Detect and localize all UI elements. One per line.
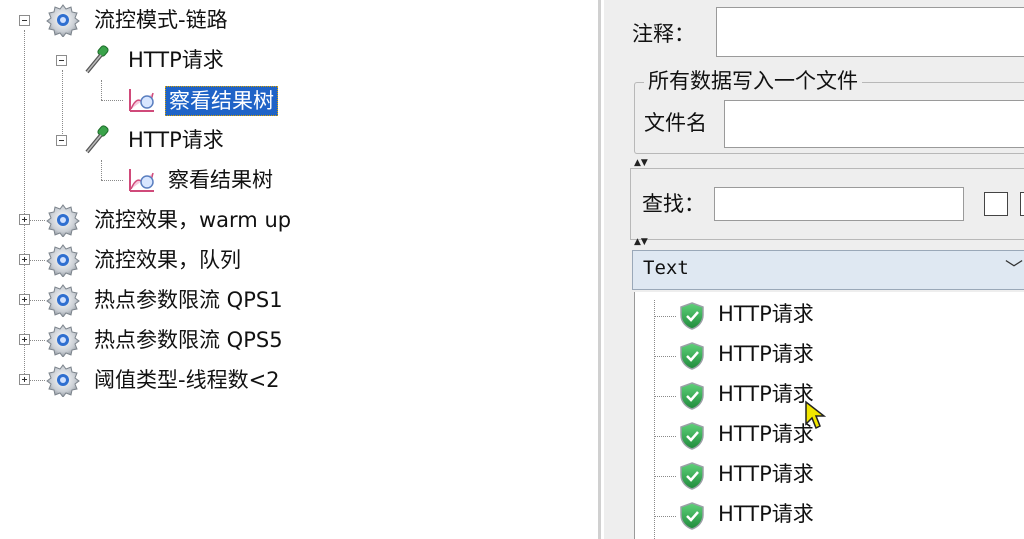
- expand-toggle[interactable]: [19, 374, 30, 385]
- tree-node-label-selected[interactable]: 察看结果树: [165, 86, 278, 116]
- filename-field[interactable]: [724, 100, 1024, 148]
- chart-icon: [129, 89, 154, 112]
- tree-connector: [29, 300, 45, 301]
- tree-connector: [654, 316, 676, 317]
- tree-connector: [654, 356, 676, 357]
- tree-connector: [62, 70, 63, 140]
- tree-connector: [654, 436, 676, 437]
- tree-node-label[interactable]: 阈值类型-线程数<2: [94, 366, 280, 394]
- tree-connector: [29, 340, 45, 341]
- case-sensitive-checkbox[interactable]: [984, 192, 1008, 216]
- dropper-icon: [85, 45, 109, 74]
- tree-connector: [29, 220, 45, 221]
- result-item-label[interactable]: HTTP请求: [718, 300, 814, 328]
- gear-icon: [46, 244, 80, 277]
- gear-icon: [46, 324, 80, 357]
- tree-node-label[interactable]: 察看结果树: [168, 166, 273, 194]
- gear-icon: [46, 364, 80, 397]
- result-item-label[interactable]: HTTP请求: [718, 380, 814, 408]
- chevron-down-icon: ﹀: [1005, 259, 1023, 280]
- split-arrows-icon[interactable]: ▲▼: [634, 158, 648, 168]
- result-tree-panel: 注释： 所有数据写入一个文件 文件名 ▲▼ 查找： ▲▼ Text ﹀ HTTP…: [604, 0, 1024, 539]
- search-input[interactable]: [714, 187, 964, 221]
- tree-connector: [654, 476, 676, 477]
- collapse-toggle[interactable]: [19, 15, 30, 26]
- mouse-cursor-icon: [805, 400, 826, 430]
- success-shield-icon: [680, 342, 704, 370]
- regex-checkbox[interactable]: [1020, 192, 1024, 216]
- tree-node-label[interactable]: 热点参数限流 QPS5: [94, 326, 283, 354]
- result-item-label[interactable]: HTTP请求: [718, 500, 814, 528]
- dropper-icon: [85, 125, 109, 154]
- expand-toggle[interactable]: [19, 294, 30, 305]
- result-item-label[interactable]: HTTP请求: [718, 340, 814, 368]
- renderer-selected-value: Text: [643, 257, 689, 279]
- comment-field[interactable]: [716, 7, 1024, 57]
- tree-connector: [29, 380, 45, 381]
- tree-connector: [29, 260, 45, 261]
- filename-label: 文件名: [644, 111, 707, 135]
- tree-connector: [654, 300, 655, 539]
- group-title: 所有数据写入一个文件: [644, 67, 862, 95]
- success-shield-icon: [680, 462, 704, 490]
- test-plan-tree: 流控模式-链路 HTTP请求 察看结果树 HTTP请求 察看结果树 流控效果，w…: [0, 0, 600, 539]
- gear-icon: [46, 204, 80, 237]
- collapse-toggle[interactable]: [56, 135, 67, 146]
- search-label: 查找：: [642, 192, 705, 216]
- result-item-label[interactable]: HTTP请求: [718, 460, 814, 488]
- success-shield-icon: [680, 382, 704, 410]
- result-item-label[interactable]: HTTP请求: [718, 420, 814, 448]
- tree-connector: [101, 180, 123, 181]
- renderer-select[interactable]: Text ﹀: [632, 250, 1024, 290]
- collapse-toggle[interactable]: [56, 55, 67, 66]
- gear-icon: [46, 4, 80, 37]
- tree-connector: [101, 160, 102, 180]
- tree-node-label[interactable]: 热点参数限流 QPS1: [94, 286, 283, 314]
- tree-connector: [101, 80, 102, 100]
- tree-node-label[interactable]: 流控效果，warm up: [94, 206, 291, 234]
- split-arrows-icon[interactable]: ▲▼: [634, 237, 648, 247]
- tree-connector: [654, 516, 676, 517]
- expand-toggle[interactable]: [19, 214, 30, 225]
- expand-toggle[interactable]: [19, 334, 30, 345]
- gear-icon: [46, 284, 80, 317]
- comment-label: 注释：: [632, 22, 695, 46]
- tree-connector: [24, 30, 25, 380]
- tree-node-label[interactable]: 流控模式-链路: [94, 6, 228, 34]
- expand-toggle[interactable]: [19, 254, 30, 265]
- split-pane-divider[interactable]: [598, 0, 601, 539]
- success-shield-icon: [680, 422, 704, 450]
- tree-node-label[interactable]: HTTP请求: [128, 46, 224, 74]
- success-shield-icon: [680, 502, 704, 530]
- tree-connector: [654, 396, 676, 397]
- tree-node-label[interactable]: HTTP请求: [128, 126, 224, 154]
- tree-connector: [101, 100, 123, 101]
- tree-node-label[interactable]: 流控效果，队列: [94, 246, 241, 274]
- chart-icon: [129, 169, 154, 192]
- success-shield-icon: [680, 302, 704, 330]
